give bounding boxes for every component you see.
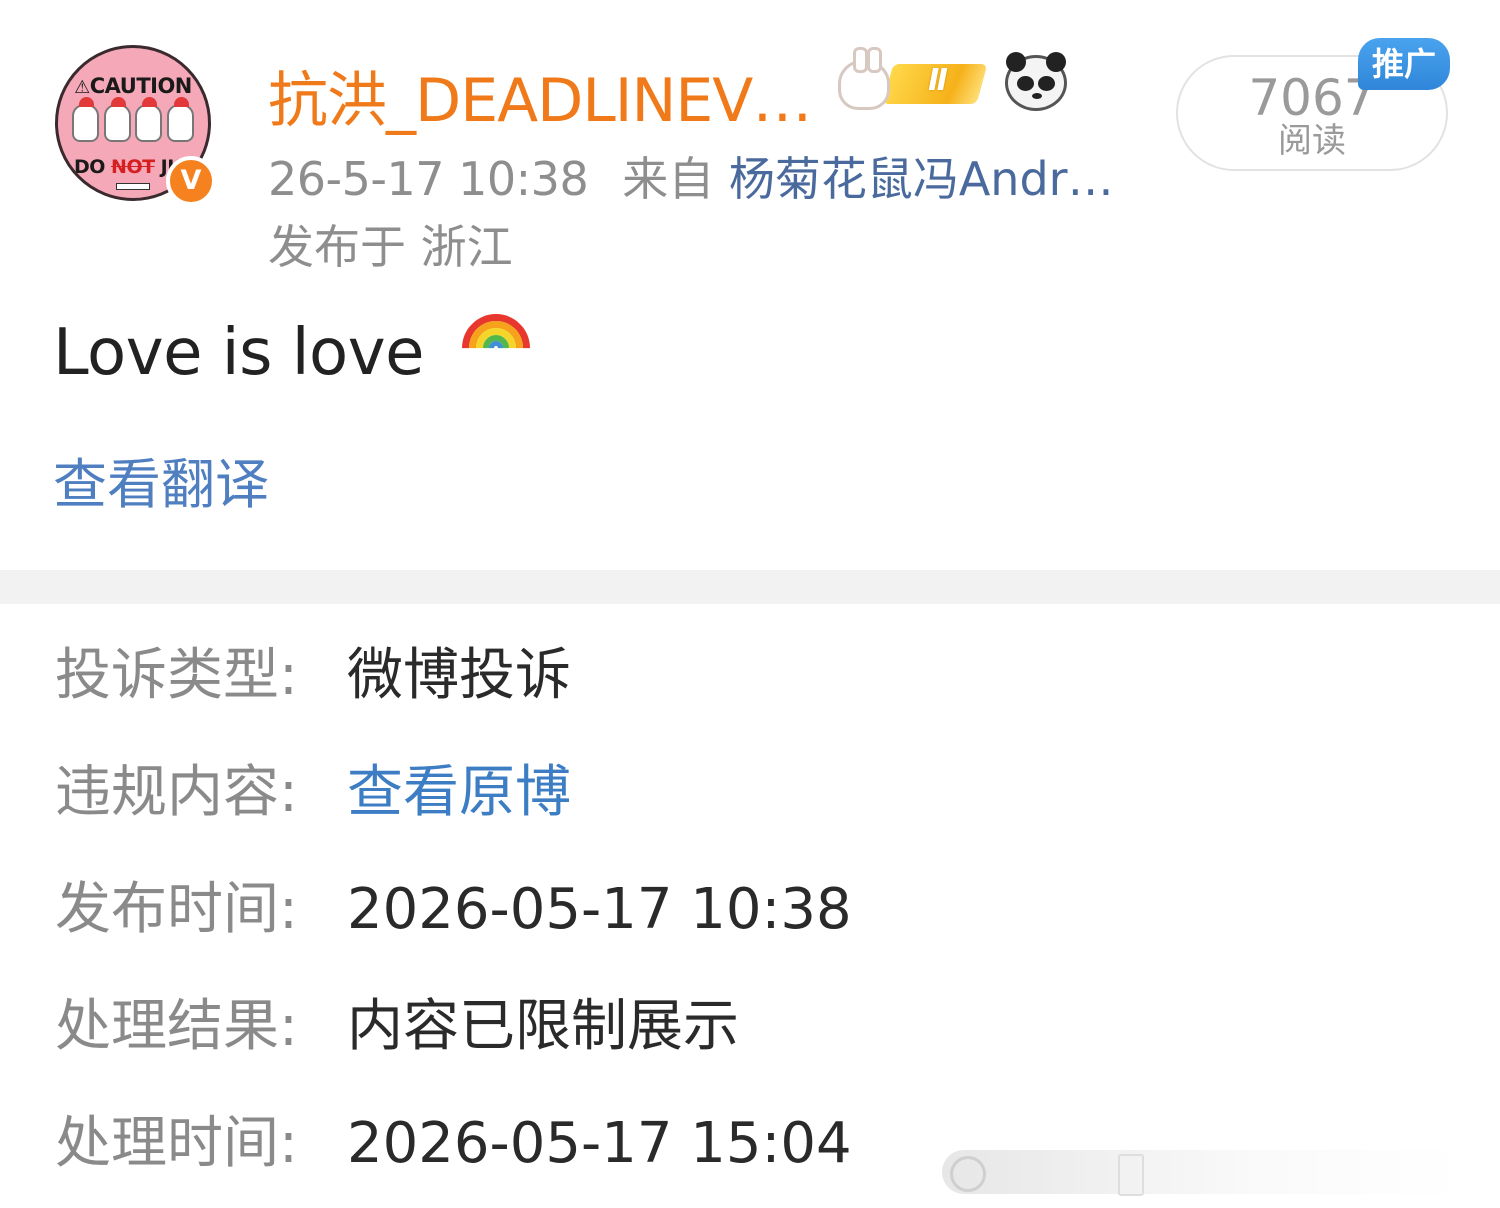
post-content-text: Love is love bbox=[53, 316, 424, 390]
detail-row-complaint-type: 投诉类型: 微博投诉 bbox=[55, 642, 571, 710]
duck-icon bbox=[103, 97, 131, 142]
weibo-report-page: ⚠CAUTION DO NOT JU V 抗洪_DEADLINEV… Ⅱ 26-… bbox=[0, 0, 1500, 1208]
level-badge-label: Ⅱ bbox=[928, 63, 948, 98]
avatar[interactable]: ⚠CAUTION DO NOT JU V bbox=[55, 45, 216, 206]
detail-label: 处理结果: bbox=[55, 994, 298, 1059]
source-prefix: 来自 bbox=[622, 152, 715, 206]
detail-value: 2026-05-17 15:04 bbox=[347, 1111, 852, 1176]
avatar-ducks bbox=[72, 97, 194, 142]
post-meta: 26-5-17 10:38 来自 杨菊花鼠冯Andr… bbox=[268, 143, 1114, 209]
detail-row-violation-content: 违规内容: 查看原博 bbox=[55, 759, 571, 827]
detail-row-handle-time: 处理时间: 2026-05-17 15:04 bbox=[55, 1110, 852, 1178]
detail-row-publish-time: 发布时间: 2026-05-17 10:38 bbox=[55, 876, 852, 944]
panda-icon[interactable] bbox=[1005, 52, 1067, 111]
rainbow-emoji-icon bbox=[447, 299, 544, 397]
post-time: 26-5-17 10:38 bbox=[268, 152, 589, 206]
panda-nose bbox=[1032, 93, 1042, 99]
detail-value: 内容已限制展示 bbox=[347, 994, 739, 1059]
detail-label: 处理时间: bbox=[55, 1111, 298, 1176]
detail-label: 发布时间: bbox=[55, 877, 298, 942]
panda-ear bbox=[1046, 52, 1066, 72]
panda-ear bbox=[1006, 52, 1026, 72]
bunny-icon bbox=[838, 47, 890, 110]
duck-icon bbox=[135, 97, 163, 142]
view-translation-link[interactable]: 查看翻译 bbox=[53, 440, 269, 519]
post-source-link[interactable]: 杨菊花鼠冯Andr… bbox=[729, 152, 1114, 206]
detail-label: 投诉类型: bbox=[55, 643, 298, 708]
panda-eye bbox=[1017, 76, 1034, 91]
detail-row-result: 处理结果: 内容已限制展示 bbox=[55, 993, 739, 1061]
promote-button[interactable]: 推广 bbox=[1358, 38, 1450, 90]
section-divider bbox=[0, 570, 1500, 604]
detail-label: 违规内容: bbox=[55, 760, 298, 825]
author-name[interactable]: 抗洪_DEADLINEV… bbox=[268, 52, 812, 139]
verified-badge-icon: V bbox=[166, 156, 216, 206]
avatar-label-strip bbox=[116, 183, 150, 190]
post-content: Love is love bbox=[53, 299, 544, 397]
detail-value: 2026-05-17 10:38 bbox=[347, 877, 852, 942]
view-original-post-link[interactable]: 查看原博 bbox=[347, 760, 571, 825]
watermark bbox=[942, 1150, 1462, 1196]
read-label: 阅读 bbox=[1278, 121, 1346, 161]
detail-value: 微博投诉 bbox=[347, 643, 571, 708]
post-location: 发布于 浙江 bbox=[268, 220, 513, 274]
avatar-caution-text: ⚠CAUTION bbox=[74, 74, 192, 98]
level-badge-icon[interactable]: Ⅱ bbox=[838, 47, 988, 110]
panda-eye bbox=[1038, 76, 1055, 91]
duck-icon bbox=[72, 97, 99, 142]
duck-icon bbox=[166, 97, 194, 142]
